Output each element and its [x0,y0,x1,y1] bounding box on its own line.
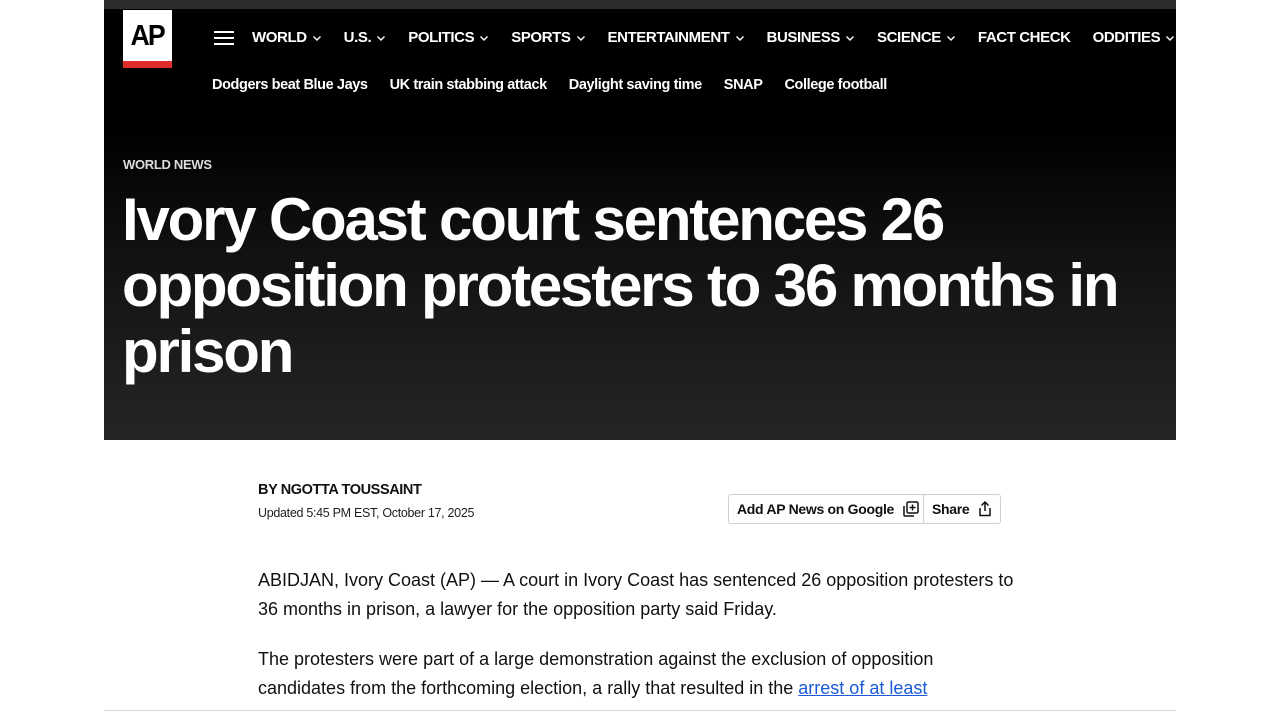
menu-icon[interactable] [214,31,234,45]
chevron-down-icon [479,33,489,43]
nav-item-label: FACT CHECK [977,29,1071,46]
trending-link[interactable]: Daylight saving time [569,77,702,93]
nav-item-u-s[interactable]: U.S. [344,29,387,46]
google-button-label: Add AP News on Google [737,501,895,517]
share-button-label: Share [932,501,970,517]
nav-item-label: U.S. [343,29,372,46]
nav-item-label: MORE [1197,29,1241,46]
add-ap-on-google-button[interactable]: Add AP News on Google [728,494,929,524]
nav-item-politics[interactable]: POLITICS [408,29,489,46]
trending-link[interactable]: Dodgers beat Blue Jays [212,77,368,93]
inline-article-link[interactable]: arrest of at least [798,678,927,698]
nav-item-entertainment[interactable]: ENTERTAINMENT [608,29,745,46]
nav-item-label: SCIENCE [877,29,941,46]
trending-nav: Dodgers beat Blue Jays UK train stabbing … [212,77,909,93]
article-body: ABIDJAN, Ivory Coast (AP) — A court in I… [258,566,1018,724]
article-headline: Ivory Coast court sentences 26 oppositio… [122,186,1120,385]
article-paragraph: The protesters were part of a large demo… [258,645,1018,703]
chevron-down-icon [1165,33,1175,43]
nav-item-fact-check[interactable]: FACT CHECK [978,29,1071,46]
chevron-down-icon [1246,33,1256,43]
chevron-down-icon [946,33,956,43]
nav-item-business[interactable]: BUSINESS [767,29,856,46]
trending-link[interactable]: SNAP [724,77,763,93]
nav-item-oddities[interactable]: ODDITIES [1093,29,1176,46]
share-button[interactable]: Share [923,494,1002,524]
trending-link[interactable]: UK train stabbing attack [390,77,548,93]
byline[interactable]: BY NGOTTA TOUSSAINT [258,482,474,498]
nav-item-label: BUSINESS [766,29,841,46]
chevron-down-icon [312,33,322,43]
nav-item-more[interactable]: MORE [1197,29,1255,46]
updated-timestamp: Updated 5:45 PM EST, October 17, 2025 [258,506,475,520]
article-header: AP WORLD U.S. POLITICS SPORTS ENTERTAINMENT B… [104,0,1255,440]
ap-logo[interactable]: AP [123,10,172,68]
nav-item-label: POLITICS [408,29,475,46]
add-plus-box-icon [903,501,919,517]
chevron-down-icon [735,33,745,43]
chevron-down-icon [845,33,855,43]
nav-item-science[interactable]: SCIENCE [877,29,956,46]
ap-logo-text: AP [130,20,166,52]
nav-item-sports[interactable]: SPORTS [511,29,585,46]
nav-item-label: SPORTS [511,29,571,46]
chevron-down-icon [576,33,586,43]
section-kicker[interactable]: WORLD NEWS [123,157,212,172]
byline-block: BY NGOTTA TOUSSAINT Updated 5:45 PM EST,… [258,482,474,520]
page: AP WORLD U.S. POLITICS SPORTS ENTERTAINMENT B… [104,0,1255,720]
main-nav: WORLD U.S. POLITICS SPORTS ENTERTAINMENT BUSI… [252,29,1278,46]
share-upload-icon [978,501,992,517]
nav-item-label: ODDITIES [1092,29,1161,46]
nav-item-label: ENTERTAINMENT [607,29,730,46]
nav-item-label: WORLD [252,29,307,46]
article-paragraph: ABIDJAN, Ivory Coast (AP) — A court in I… [258,570,1014,619]
nav-item-world[interactable]: WORLD [252,29,322,46]
trending-link[interactable]: College football [784,77,887,93]
chevron-down-icon [376,33,386,43]
bottom-divider [104,710,1176,711]
